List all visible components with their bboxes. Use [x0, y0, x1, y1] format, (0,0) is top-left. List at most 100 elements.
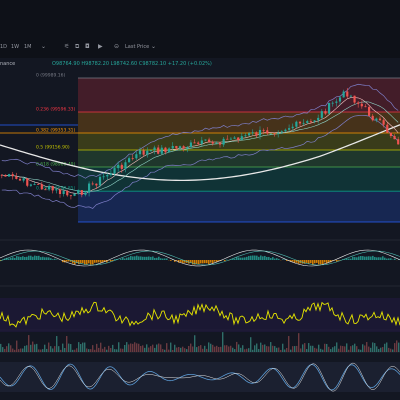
volume-bar — [274, 346, 276, 352]
volume-bar — [390, 348, 392, 352]
volume-bar — [280, 349, 282, 352]
macd-bar — [154, 257, 156, 260]
volume-bar — [248, 348, 250, 352]
volume-bar — [322, 349, 324, 352]
macd-bar — [376, 257, 378, 260]
macd-bar — [156, 257, 158, 260]
macd-bar — [82, 260, 84, 264]
volume-bar — [220, 346, 222, 352]
candle-body — [255, 132, 258, 136]
macd-bar — [92, 260, 94, 265]
macd-bar — [80, 260, 82, 264]
volume-bar — [152, 344, 154, 352]
volume-bar — [348, 349, 350, 352]
macd-bar — [384, 257, 386, 260]
candle-body — [324, 111, 327, 114]
macd-bar — [16, 256, 18, 260]
volume-bar — [24, 345, 26, 352]
macd-bar — [164, 258, 166, 260]
volume-bar — [362, 344, 364, 352]
macd-bar — [12, 257, 14, 260]
candle-body — [353, 95, 356, 103]
candle-body — [84, 192, 87, 195]
volume-bar — [298, 333, 300, 352]
macd-bar — [180, 260, 182, 263]
volume-bar — [138, 343, 140, 352]
candle-body — [222, 138, 225, 145]
candle-body — [186, 147, 189, 149]
macd-bar — [248, 255, 250, 260]
macd-bar — [10, 257, 12, 260]
macd-bar — [86, 260, 88, 265]
macd-bar — [276, 258, 278, 260]
fib-band — [78, 191, 400, 222]
fib-level-label: 0.5 (99156.90) — [36, 145, 70, 151]
volume-bar — [88, 349, 90, 352]
macd-bar — [34, 255, 36, 260]
volume-bar — [28, 335, 30, 352]
volume-bar — [112, 344, 114, 352]
volume-bar — [18, 349, 20, 352]
volume-bar — [178, 347, 180, 352]
candle-body — [229, 138, 232, 140]
candle-body — [335, 101, 338, 103]
volume-bar — [230, 345, 232, 352]
candle-body — [338, 97, 342, 102]
volume-bar — [338, 348, 340, 352]
volume-bar — [310, 345, 312, 352]
macd-bar — [36, 255, 38, 260]
candle-body — [178, 146, 182, 149]
macd-bar — [140, 256, 142, 260]
volume-bar — [270, 342, 272, 352]
macd-bar — [202, 260, 204, 264]
price-chart[interactable]: 0 (99989.16) 0.236 (99596.33) 0.382 (99353… — [0, 0, 400, 400]
macd-bar — [356, 257, 358, 260]
volume-bar — [328, 346, 330, 352]
macd-bar — [18, 256, 20, 260]
volume-bar — [340, 345, 342, 352]
macd-bar — [134, 256, 136, 260]
volume-bar — [80, 344, 82, 352]
candle-body — [360, 103, 363, 107]
macd-bar — [72, 260, 74, 264]
volume-bar — [174, 344, 176, 352]
macd-bar — [256, 255, 258, 260]
volume-bar — [126, 342, 128, 352]
volume-bar — [34, 344, 36, 352]
volume-bar — [388, 347, 390, 352]
macd-bar — [360, 255, 362, 260]
volume-bar — [74, 349, 76, 352]
volume-bar — [82, 342, 84, 352]
candle-body — [80, 190, 83, 195]
volume-bar — [78, 342, 80, 352]
volume-bar — [98, 347, 100, 352]
candle-body — [164, 147, 167, 153]
volume-bar — [188, 345, 190, 352]
macd-bar — [158, 256, 160, 260]
volume-bar — [164, 349, 166, 352]
volume-bar — [154, 347, 156, 352]
candle-body — [98, 176, 102, 186]
candle-body — [393, 136, 396, 140]
volume-bar — [294, 346, 296, 352]
macd-bar — [358, 256, 360, 260]
candle-body — [153, 147, 156, 151]
volume-bar — [2, 347, 4, 352]
volume-bar — [344, 346, 346, 352]
macd-bar — [268, 256, 270, 260]
candle-body — [62, 190, 65, 194]
macd-bar — [38, 255, 40, 260]
candle-body — [4, 174, 7, 177]
volume-bar — [134, 342, 136, 352]
volume-bar — [136, 343, 138, 352]
volume-bar — [320, 348, 322, 352]
candle-body — [102, 176, 105, 178]
candle-body — [204, 139, 207, 141]
candle-body — [0, 174, 3, 176]
macd-bar — [262, 256, 264, 260]
volume-bar — [374, 343, 376, 352]
macd-bar — [68, 260, 70, 262]
volume-bar — [330, 349, 332, 352]
volume-bar — [38, 349, 40, 352]
volume-bar — [72, 349, 74, 352]
